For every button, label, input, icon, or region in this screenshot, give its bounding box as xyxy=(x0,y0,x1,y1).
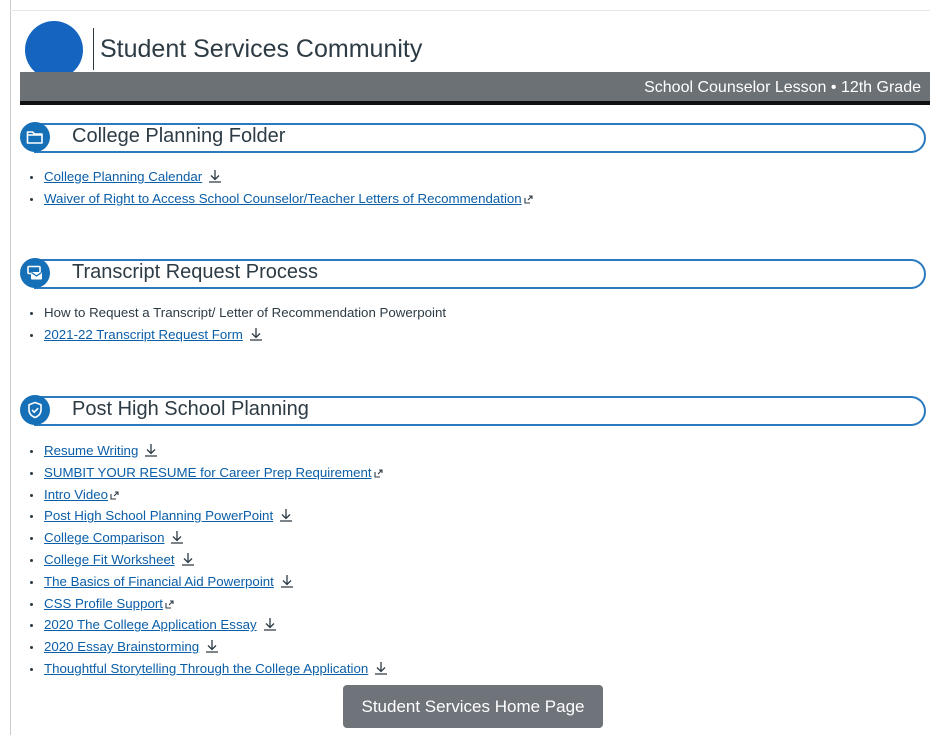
list-item: 2020 Essay Brainstorming xyxy=(20,636,388,658)
list-item: 2020 The College Application Essay xyxy=(20,614,388,636)
list-item: How to Request a Transcript/ Letter of R… xyxy=(20,302,446,324)
css-profile-support-link[interactable]: CSS Profile Support xyxy=(44,596,163,611)
list-item: College Planning Calendar xyxy=(20,166,533,188)
post-high-school-list: Resume Writing SUMBIT YOUR RESUME for Ca… xyxy=(20,440,388,680)
download-icon[interactable] xyxy=(263,616,277,638)
external-link-icon xyxy=(524,189,533,211)
download-icon[interactable] xyxy=(170,529,184,551)
list-item: Intro Video xyxy=(20,484,388,506)
college-fit-worksheet-link[interactable]: College Fit Worksheet xyxy=(44,552,175,567)
download-icon[interactable] xyxy=(280,573,294,595)
logo-circle xyxy=(25,21,83,79)
folder-icon xyxy=(20,122,50,152)
section-header-transcript: Transcript Request Process xyxy=(20,258,926,289)
download-icon[interactable] xyxy=(144,442,158,464)
external-link-icon xyxy=(110,485,119,507)
list-item: The Basics of Financial Aid Powerpoint xyxy=(20,571,388,593)
section-title: Transcript Request Process xyxy=(72,261,319,283)
download-icon[interactable] xyxy=(374,660,388,682)
list-item: Post High School Planning PowerPoint xyxy=(20,505,388,527)
college-application-essay-link[interactable]: 2020 The College Application Essay xyxy=(44,617,257,632)
section-header-college-planning: College Planning Folder xyxy=(20,122,926,153)
resume-writing-link[interactable]: Resume Writing xyxy=(44,443,138,458)
download-icon[interactable] xyxy=(181,551,195,573)
financial-aid-powerpoint-link[interactable]: The Basics of Financial Aid Powerpoint xyxy=(44,574,274,589)
intro-video-link[interactable]: Intro Video xyxy=(44,487,108,502)
external-link-icon xyxy=(165,594,174,616)
shield-check-icon xyxy=(20,395,50,425)
page-frame-top xyxy=(10,10,930,11)
download-icon[interactable] xyxy=(249,326,263,348)
grade-banner: School Counselor Lesson • 12th Grade xyxy=(20,72,930,105)
list-item: 2021-22 Transcript Request Form xyxy=(20,324,446,346)
transcript-list: How to Request a Transcript/ Letter of R… xyxy=(20,302,446,346)
transcript-request-form-link[interactable]: 2021-22 Transcript Request Form xyxy=(44,327,243,342)
list-item: Thoughtful Storytelling Through the Coll… xyxy=(20,658,388,680)
essay-brainstorming-link[interactable]: 2020 Essay Brainstorming xyxy=(44,639,199,654)
section-title: Post High School Planning xyxy=(72,398,309,420)
thoughtful-storytelling-link[interactable]: Thoughtful Storytelling Through the Coll… xyxy=(44,661,368,676)
college-planning-calendar-link[interactable]: College Planning Calendar xyxy=(44,169,202,184)
college-comparison-link[interactable]: College Comparison xyxy=(44,530,164,545)
mail-document-icon xyxy=(20,258,50,288)
list-item: College Comparison xyxy=(20,527,388,549)
site-header: Student Services Community xyxy=(20,18,930,79)
transcript-powerpoint-text: How to Request a Transcript/ Letter of R… xyxy=(44,305,447,320)
post-high-school-powerpoint-link[interactable]: Post High School Planning PowerPoint xyxy=(44,508,273,523)
list-item: CSS Profile Support xyxy=(20,593,388,615)
title-divider xyxy=(93,28,94,70)
college-planning-list: College Planning Calendar Waiver of Righ… xyxy=(20,166,533,210)
submit-resume-link[interactable]: SUMBIT YOUR RESUME for Career Prep Requi… xyxy=(44,465,372,480)
download-icon[interactable] xyxy=(205,638,219,660)
list-item: Resume Writing xyxy=(20,440,388,462)
download-icon[interactable] xyxy=(279,507,293,529)
section-header-post-high-school: Post High School Planning xyxy=(20,395,926,426)
download-icon[interactable] xyxy=(208,168,222,190)
list-item: SUMBIT YOUR RESUME for Career Prep Requi… xyxy=(20,462,388,484)
list-item: College Fit Worksheet xyxy=(20,549,388,571)
section-title: College Planning Folder xyxy=(72,125,286,147)
waiver-letters-link[interactable]: Waiver of Right to Access School Counsel… xyxy=(44,191,522,206)
banner-text: School Counselor Lesson • 12th Grade xyxy=(644,79,921,96)
external-link-icon xyxy=(374,463,383,485)
list-item: Waiver of Right to Access School Counsel… xyxy=(20,188,533,210)
page-frame-line xyxy=(10,0,11,735)
site-title: Student Services Community xyxy=(100,35,423,63)
student-services-home-button[interactable]: Student Services Home Page xyxy=(343,685,603,728)
